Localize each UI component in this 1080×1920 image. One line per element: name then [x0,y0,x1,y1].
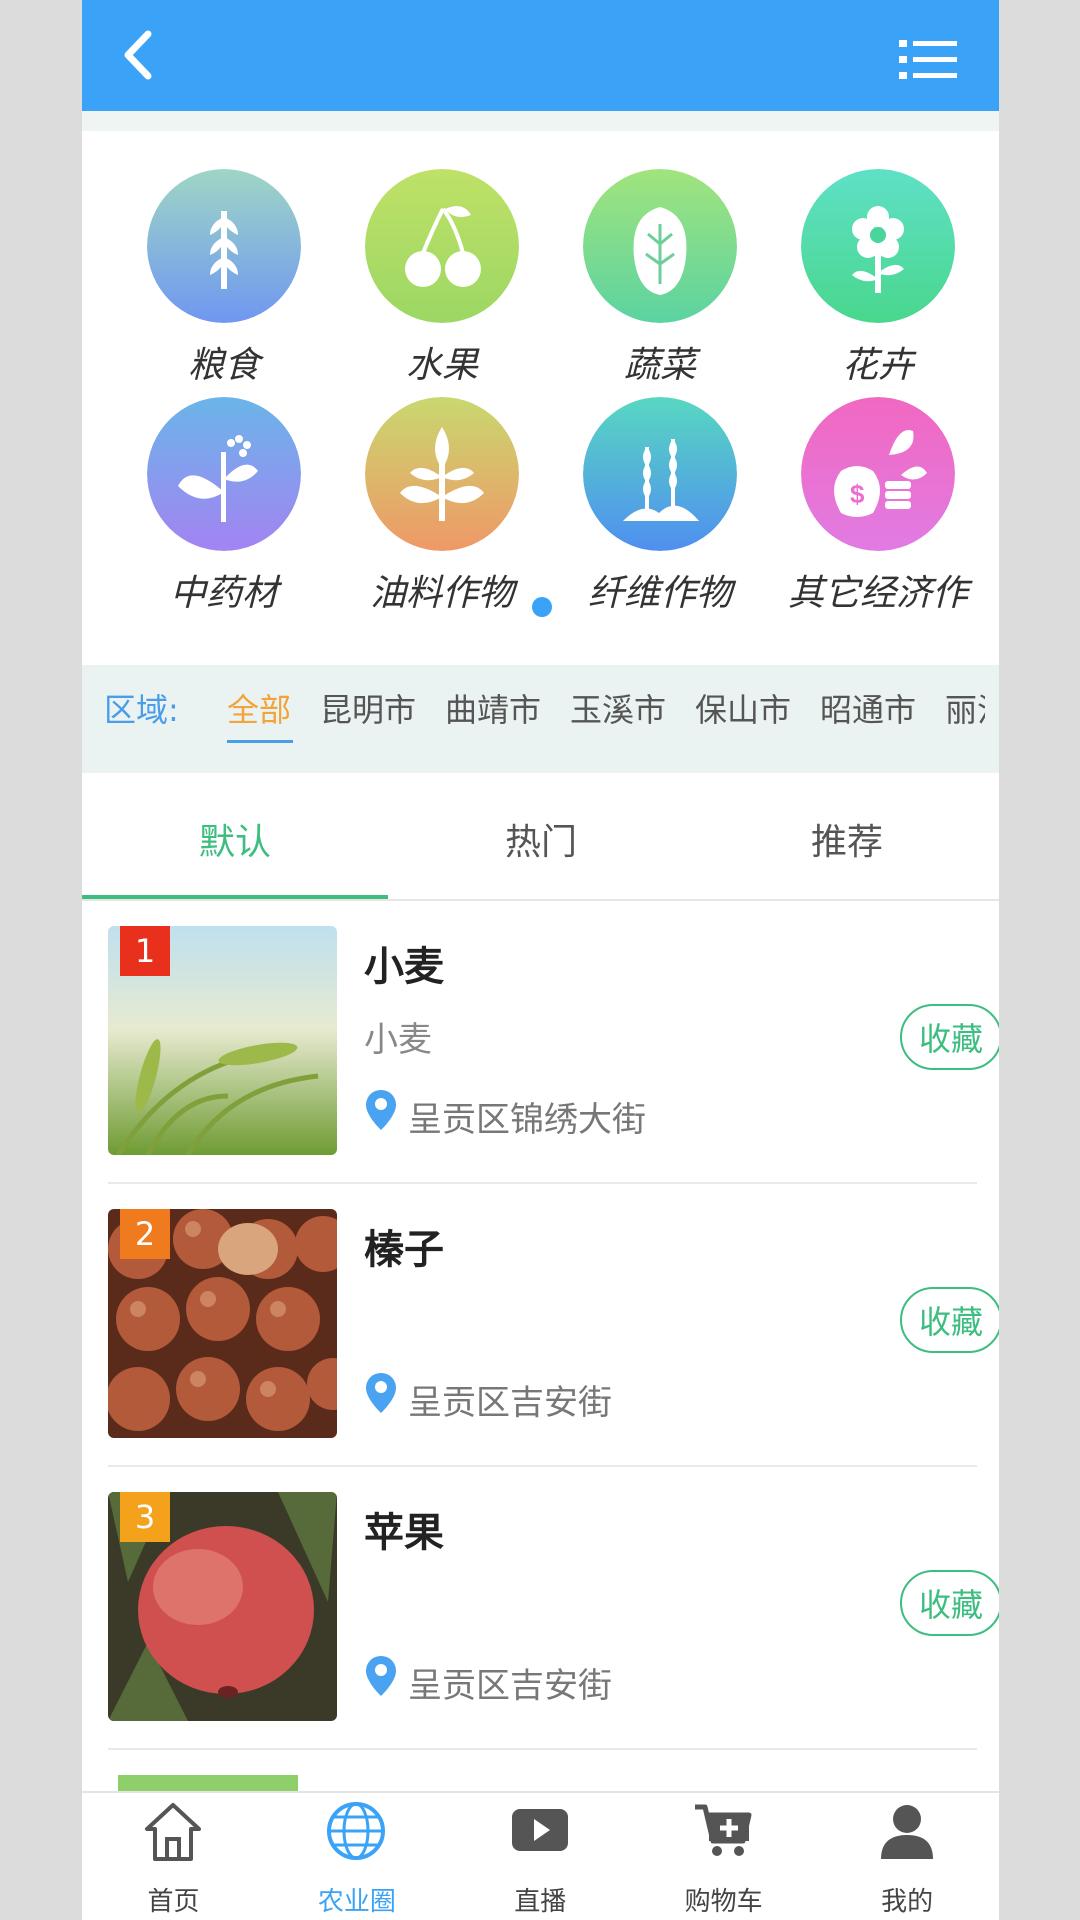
svg-text:$: $ [850,479,865,509]
favorite-button[interactable]: 收藏 [900,1570,999,1636]
app-screen: 粮食 水果 蔬菜 花卉中药材 油料作物 纤维作物 $ 其它经济作 区域: 全部 昆明市 曲靖市 玉溪… [82,0,999,1920]
product-title: 榛子 [364,1227,444,1273]
product-location: 呈贡区锦绣大街 [408,1100,646,1140]
region-item[interactable]: 昆明市 [320,685,416,731]
region-active-underline [227,740,293,743]
nav-label: 首页 [147,1887,200,1917]
product-location: 呈贡区吉安街 [408,1383,612,1423]
region-filter-bar: 区域: 全部昆明市曲靖市玉溪市保山市昭通市丽江 [82,665,999,773]
location-pin-icon [366,1090,396,1130]
category-label: 纤维作物 [587,573,732,614]
home-icon [145,1803,201,1861]
bottom-navigation: 首页 农业圈 直播 购物车 我的 [82,1791,999,1920]
nav-home[interactable]: 首页 [82,1801,265,1920]
region-item[interactable]: 玉溪市 [570,685,666,731]
herb-icon [147,397,301,551]
rank-badge: 3 [120,1492,170,1542]
tab-hot[interactable]: 热门 [388,813,694,865]
page-indicator-dot [532,597,552,617]
sort-tabs: 默认 热门 推荐 [82,773,999,901]
menu-button[interactable] [899,38,959,82]
money-plant-icon: $ [801,397,955,551]
wheat-icon [147,169,301,323]
chevron-left-icon [124,30,152,80]
user-icon [880,1805,933,1859]
category-circle [365,169,519,323]
partial-list-item [118,1775,298,1791]
product-location: 呈贡区吉安街 [408,1666,612,1706]
category-circle [801,169,955,323]
category-grid: 粮食 水果 蔬菜 花卉中药材 油料作物 纤维作物 $ 其它经济作 [82,131,999,665]
region-item[interactable]: 昭通市 [820,685,916,731]
nav-play[interactable]: 直播 [449,1801,632,1920]
rank-badge: 1 [120,926,170,976]
category-cabbage[interactable]: 蔬菜 [551,131,769,386]
category-fiber-crop[interactable]: 纤维作物 [551,359,769,614]
tab-recommend[interactable]: 推荐 [694,813,999,865]
rank-badge: 2 [120,1209,170,1259]
region-item[interactable]: 丽江 [945,685,985,731]
category-wheat[interactable]: 粮食 [115,131,333,386]
tab-default[interactable]: 默认 [82,813,388,865]
category-circle [583,397,737,551]
nav-cart[interactable]: 购物车 [632,1801,815,1920]
category-money-plant[interactable]: $ 其它经济作 [769,359,987,614]
tab-active-indicator [82,895,388,899]
category-circle [365,397,519,551]
region-item[interactable]: 曲靖市 [445,685,541,731]
list-item[interactable]: 3 苹果呈贡区吉安街 收藏 [108,1466,999,1750]
product-title: 小麦 [364,944,444,990]
category-label: 其它经济作 [787,573,968,614]
favorite-button[interactable]: 收藏 [900,1287,999,1353]
location-pin-icon [366,1373,396,1413]
nav-label: 我的 [881,1887,934,1917]
category-circle [147,169,301,323]
category-label: 油料作物 [369,573,514,614]
globe-icon [327,1802,386,1860]
list-item[interactable]: 2 榛子呈贡区吉安街 收藏 [108,1183,999,1467]
top-app-bar [82,0,999,111]
nav-label: 农业圈 [317,1887,396,1917]
list-menu-icon [899,40,957,79]
nav-globe[interactable]: 农业圈 [265,1801,448,1920]
category-label: 中药材 [169,573,278,614]
region-item[interactable]: 全部 [227,685,291,731]
nav-user[interactable]: 我的 [816,1801,999,1920]
cabbage-icon [583,169,737,323]
category-circle: $ [801,397,955,551]
region-label: 区域: [104,691,179,729]
category-cherries[interactable]: 水果 [333,131,551,386]
category-circle [583,169,737,323]
product-subtitle: 小麦 [364,1020,432,1060]
category-flower[interactable]: 花卉 [769,131,987,386]
header-divider [82,111,999,131]
nav-label: 直播 [514,1887,567,1917]
category-sprout[interactable]: 油料作物 [333,359,551,614]
category-herb[interactable]: 中药材 [115,359,333,614]
product-title: 苹果 [364,1510,444,1556]
back-button[interactable] [104,20,174,90]
play-icon [511,1809,568,1851]
cart-icon [695,1804,752,1856]
cherries-icon [365,169,519,323]
sprout-icon [365,397,519,551]
flower-icon [801,169,955,323]
favorite-button[interactable]: 收藏 [900,1004,999,1070]
location-pin-icon [366,1656,396,1696]
list-item[interactable]: 1 小麦 小麦 呈贡区锦绣大街 收藏 [108,900,999,1184]
fiber-crop-icon [583,397,737,551]
category-circle [147,397,301,551]
region-item[interactable]: 保山市 [695,685,791,731]
nav-label: 购物车 [684,1887,763,1917]
